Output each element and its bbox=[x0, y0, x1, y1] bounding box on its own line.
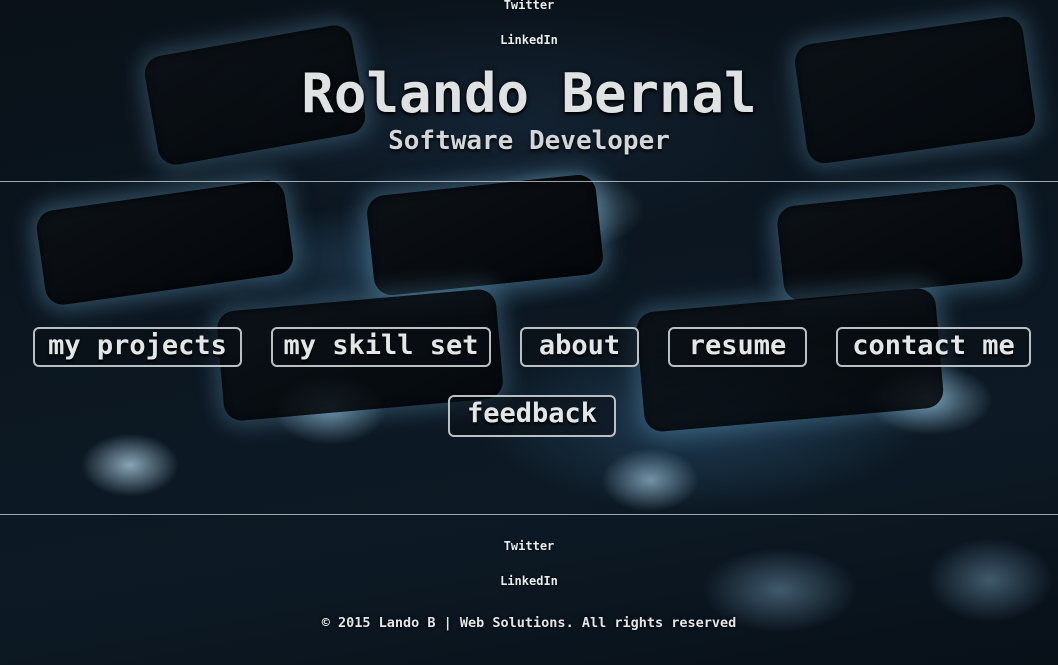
keyboard-key-decoration bbox=[34, 178, 296, 307]
my-skill-set-button[interactable]: my skill set bbox=[271, 327, 491, 367]
linkedin-link[interactable]: LinkedIn bbox=[0, 574, 1058, 588]
keyboard-key-decoration bbox=[365, 173, 605, 297]
twitter-link[interactable]: Twitter bbox=[0, 539, 1058, 553]
site-subtitle: Software Developer bbox=[388, 126, 670, 156]
my-projects-button[interactable]: my projects bbox=[33, 327, 242, 367]
site-title: Rolando Bernal bbox=[301, 62, 757, 125]
page-background: Twitter LinkedIn Rolando Bernal Software… bbox=[0, 0, 1058, 665]
about-button[interactable]: about bbox=[520, 327, 639, 367]
contact-me-button[interactable]: contact me bbox=[836, 327, 1031, 367]
feedback-button[interactable]: feedback bbox=[448, 395, 616, 437]
header-divider bbox=[0, 181, 1058, 182]
linkedin-link[interactable]: LinkedIn bbox=[0, 33, 1058, 47]
copyright-text: © 2015 Lando B | Web Solutions. All righ… bbox=[321, 615, 737, 631]
footer-divider bbox=[0, 514, 1058, 515]
resume-button[interactable]: resume bbox=[668, 327, 807, 367]
twitter-link[interactable]: Twitter bbox=[0, 0, 1058, 12]
keyboard-key-decoration bbox=[775, 182, 1025, 303]
